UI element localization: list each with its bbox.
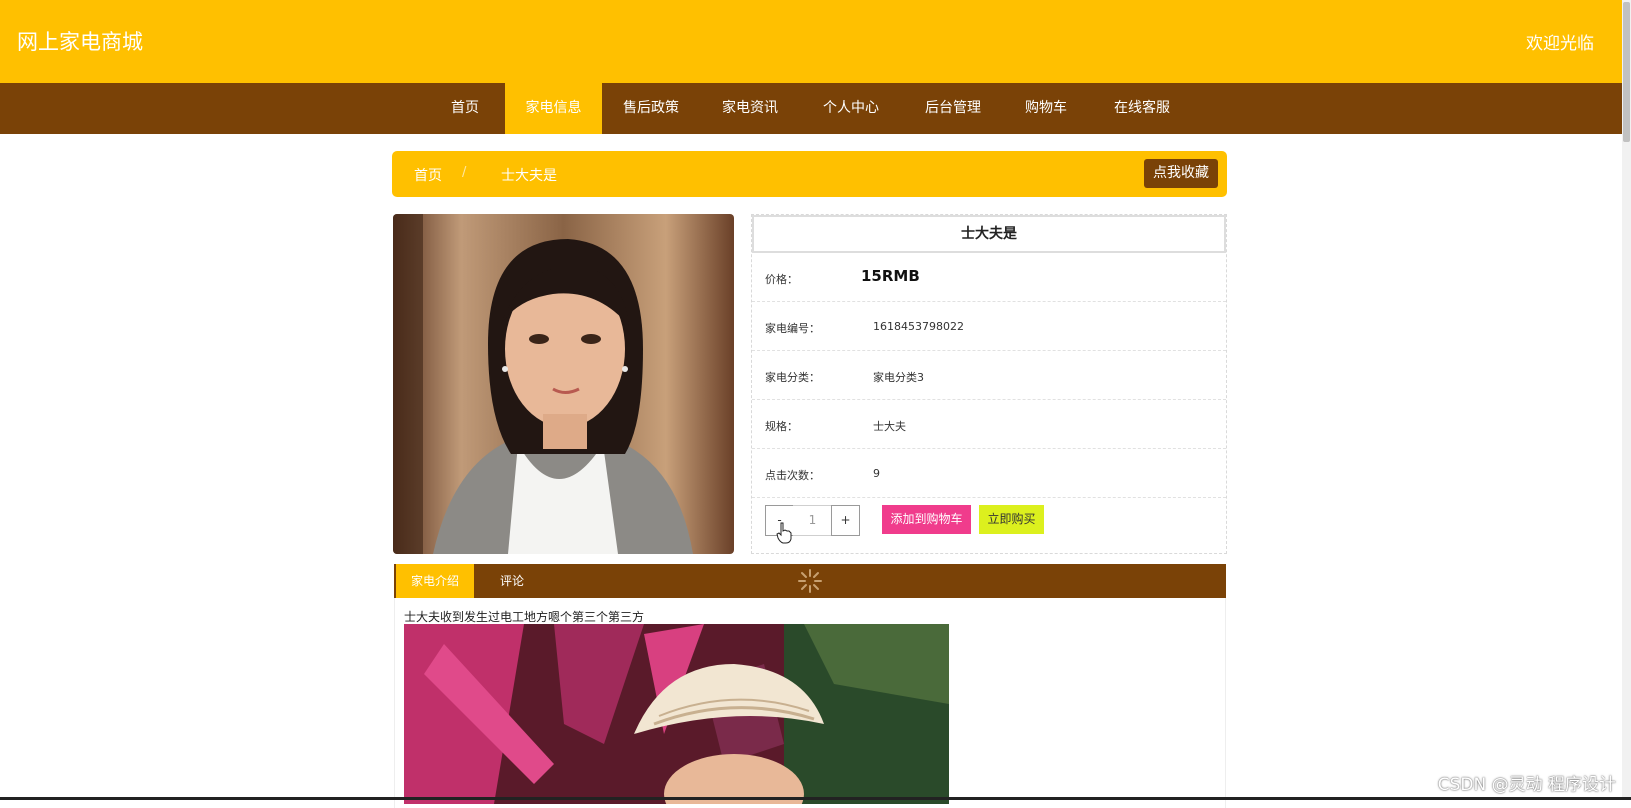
- product-image: [393, 214, 734, 554]
- code-value: 1618453798022: [873, 320, 964, 333]
- nav-item-admin[interactable]: 后台管理: [908, 83, 998, 134]
- price-value: 15RMB: [861, 267, 920, 285]
- clicks-row: 点击次数： 9: [752, 449, 1226, 498]
- breadcrumb-current: 士大夫是: [501, 168, 557, 184]
- tab-content: 士大夫收到发生过电工地方嗯个第三个第三方: [394, 598, 1226, 808]
- loading-spinner-icon: [798, 569, 822, 593]
- spec-value: 士大夫: [873, 420, 906, 433]
- quantity-input[interactable]: 1: [793, 505, 832, 536]
- nav-item-personal-center[interactable]: 个人中心: [806, 83, 896, 134]
- product-details: 士大夫是 价格： 15RMB 家电编号： 1618453798022 家电分类：…: [751, 214, 1227, 554]
- code-row: 家电编号： 1618453798022: [752, 302, 1226, 351]
- price-row: 价格： 15RMB: [752, 253, 1226, 302]
- tab-introduction[interactable]: 家电介绍: [396, 564, 474, 598]
- spec-row: 规格： 士大夫: [752, 400, 1226, 449]
- clicks-value: 9: [873, 467, 880, 480]
- category-label: 家电分类：: [765, 371, 820, 384]
- site-title[interactable]: 网上家电商城: [17, 26, 143, 56]
- nav-item-support[interactable]: 在线客服: [1098, 83, 1186, 134]
- nav-item-after-sales[interactable]: 售后政策: [608, 83, 694, 134]
- buy-now-button[interactable]: 立即购买: [979, 505, 1044, 534]
- description-photo: [404, 624, 949, 804]
- main-nav: 首页 家电信息 售后政策 家电资讯 个人中心 后台管理 购物车 在线客服: [0, 83, 1622, 134]
- breadcrumb-home[interactable]: 首页: [414, 165, 442, 185]
- description-text: 士大夫收到发生过电工地方嗯个第三个第三方: [404, 610, 645, 624]
- tab-comments[interactable]: 评论: [482, 564, 542, 598]
- page-scrollbar[interactable]: [1622, 0, 1631, 800]
- description-image: [404, 624, 949, 804]
- product-name: 士大夫是: [752, 215, 1226, 253]
- spec-label: 规格：: [765, 420, 798, 433]
- breadcrumb: 首页 / 士大夫是 点我收藏: [392, 151, 1227, 197]
- nav-item-home[interactable]: 首页: [433, 83, 497, 134]
- code-label: 家电编号：: [765, 322, 820, 335]
- quantity-plus-button[interactable]: +: [831, 505, 860, 536]
- scrollbar-thumb[interactable]: [1623, 2, 1630, 142]
- nav-item-cart[interactable]: 购物车: [1008, 83, 1084, 134]
- product-photo: [393, 214, 734, 554]
- watermark-text: CSDN @灵动 程序设计: [1437, 775, 1616, 795]
- clicks-label: 点击次数：: [765, 469, 820, 482]
- hand-cursor-icon: [776, 522, 792, 544]
- welcome-text: 欢迎光临: [1526, 34, 1594, 54]
- price-label: 价格：: [765, 273, 798, 286]
- category-row: 家电分类： 家电分类3: [752, 351, 1226, 400]
- nav-item-news[interactable]: 家电资讯: [706, 83, 794, 134]
- add-to-cart-button[interactable]: 添加到购物车: [882, 505, 971, 534]
- nav-item-appliance-info[interactable]: 家电信息: [505, 83, 602, 134]
- favorite-button[interactable]: 点我收藏: [1144, 159, 1218, 188]
- breadcrumb-separator: /: [462, 165, 467, 180]
- site-header: 网上家电商城 欢迎光临: [0, 0, 1622, 83]
- category-value: 家电分类3: [873, 371, 924, 384]
